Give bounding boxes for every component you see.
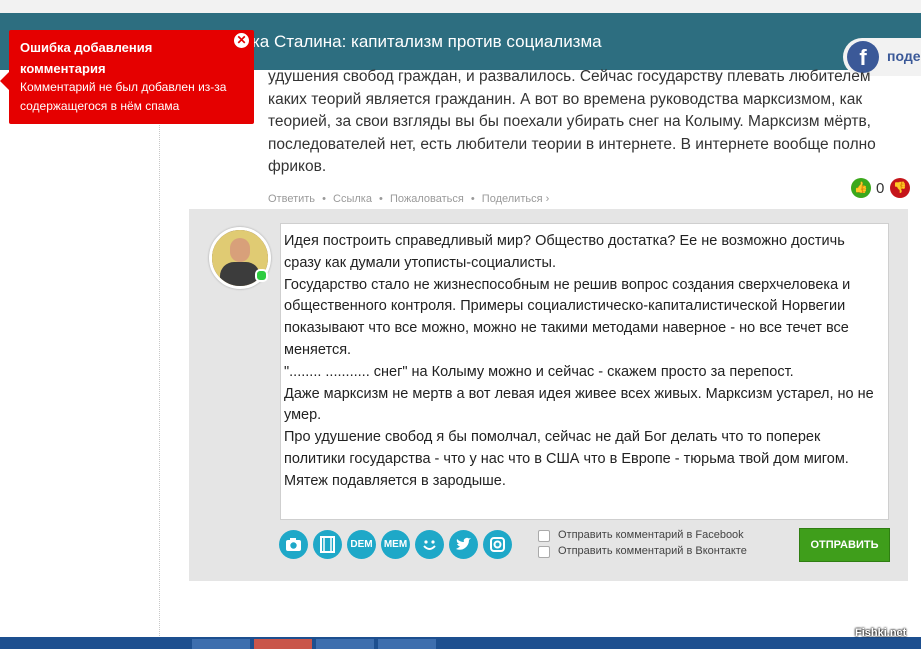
taskbar-item[interactable] [378, 639, 436, 649]
comment-draft-text: Идея построить справедливый мир? Обществ… [284, 233, 874, 489]
checkbox-icon[interactable] [538, 546, 550, 558]
instagram-icon[interactable] [483, 530, 512, 559]
thumbs-down-icon[interactable]: 👎 [890, 178, 910, 198]
os-taskbar [0, 637, 921, 649]
vote-count: 0 [876, 180, 885, 197]
mem-icon[interactable]: MEM [381, 530, 410, 559]
vk-checkbox-label: Отправить комментарий в Вконтакте [558, 545, 747, 557]
separator-dot: • [470, 193, 475, 205]
article-title: ка Сталина: капитализм против социализма [252, 32, 602, 51]
comment-body: удушения свобод граждан, и развалилось. … [268, 68, 876, 175]
taskbar-item[interactable] [316, 639, 374, 649]
twitter-icon[interactable] [449, 530, 478, 559]
close-icon[interactable]: ✕ [234, 33, 249, 48]
share-link[interactable]: Поделиться › [482, 193, 549, 205]
taskbar-item[interactable] [192, 639, 250, 649]
comment-actions: Ответить • Ссылка • Пожаловаться • Подел… [268, 193, 553, 205]
smiley-icon[interactable] [415, 530, 444, 559]
thread-divider [159, 70, 160, 640]
send-button[interactable]: ОТПРАВИТЬ [799, 528, 890, 562]
online-status-icon [255, 269, 268, 282]
watermark: Fishki.net [855, 627, 907, 639]
film-icon[interactable] [313, 530, 342, 559]
comment-textarea[interactable]: Идея построить справедливый мир? Обществ… [280, 223, 889, 520]
camera-icon[interactable] [279, 530, 308, 559]
report-link[interactable]: Пожаловаться [390, 193, 464, 205]
permalink-link[interactable]: Ссылка [333, 193, 372, 205]
error-title: Ошибка добавления комментария [20, 40, 153, 76]
facebook-checkbox-label: Отправить комментарий в Facebook [558, 529, 744, 541]
thumbs-up-icon[interactable]: 👍 [851, 178, 871, 198]
browser-top-strip [0, 0, 921, 13]
separator-dot: • [379, 193, 383, 205]
separator-dot: • [322, 193, 326, 205]
facebook-share-label: поде [887, 48, 921, 64]
reply-link[interactable]: Ответить [268, 193, 315, 205]
reply-form: Идея построить справедливый мир? Обществ… [189, 209, 908, 581]
error-message: Комментарий не был добавлен из-за содерж… [20, 80, 227, 113]
dem-icon[interactable]: DEM [347, 530, 376, 559]
taskbar-item[interactable] [254, 639, 312, 649]
checkbox-icon[interactable] [538, 530, 550, 542]
error-popup: Ошибка добавления комментария Комментари… [0, 30, 254, 124]
